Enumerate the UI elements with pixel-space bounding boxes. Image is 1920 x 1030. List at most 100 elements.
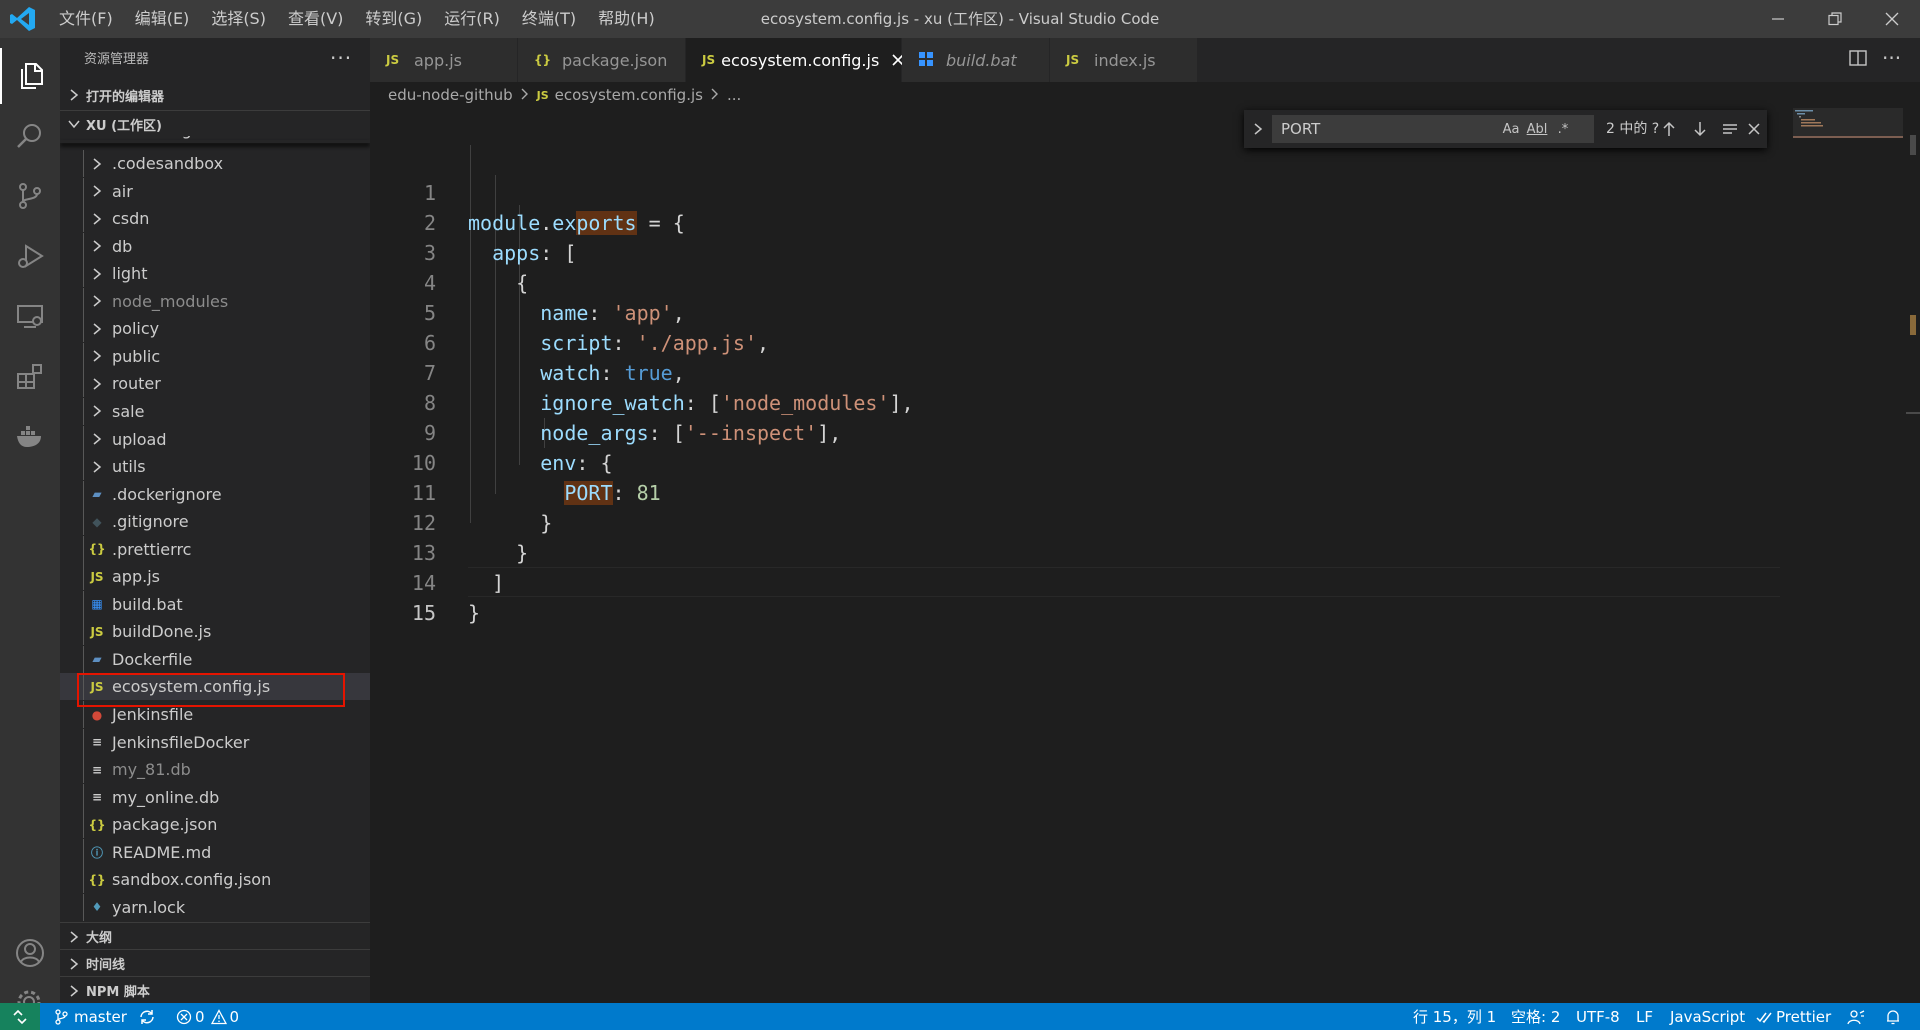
- tree-file-item[interactable]: ≡ my_81.db: [60, 756, 370, 784]
- close-find-button[interactable]: [1741, 116, 1767, 142]
- tree-file-item[interactable]: {} .prettierrc: [60, 535, 370, 563]
- eol-status[interactable]: LF: [1636, 1003, 1653, 1030]
- tree-file-item[interactable]: {} package.json: [60, 811, 370, 839]
- accounts-button[interactable]: [0, 925, 60, 981]
- match-whole-word-button[interactable]: Abl: [1525, 116, 1549, 142]
- indentation-status[interactable]: 空格: 2: [1511, 1003, 1560, 1030]
- tree-folder-item[interactable]: csdn: [60, 205, 370, 233]
- tab-app-js[interactable]: JS app.js: [370, 38, 518, 82]
- open-editors-section[interactable]: 打开的编辑器: [60, 82, 370, 108]
- bell-icon: [1887, 1009, 1899, 1024]
- menu-run[interactable]: 运行(R): [433, 0, 511, 38]
- tab-ecosystem-config-js[interactable]: JS ecosystem.config.js: [686, 38, 904, 82]
- extensions-button[interactable]: [0, 348, 60, 404]
- feedback-button[interactable]: [1847, 1003, 1865, 1030]
- tab-index-js[interactable]: JS index.js: [1050, 38, 1198, 82]
- sidebar-more-button[interactable]: ···: [330, 38, 352, 78]
- previous-match-button[interactable]: [1656, 116, 1682, 142]
- language-mode-status[interactable]: JavaScript: [1670, 1003, 1745, 1030]
- editor-tab-bar: JS app.js {} package.json JS ecosystem.c…: [370, 38, 1920, 82]
- source-control-button[interactable]: [0, 168, 60, 224]
- tree-folder-item[interactable]: policy: [60, 315, 370, 343]
- tree-folder-item[interactable]: db: [60, 232, 370, 260]
- tree-file-item[interactable]: ◆ .gitignore: [60, 508, 370, 536]
- editor-more-button[interactable]: ···: [1882, 40, 1912, 80]
- remote-explorer-button[interactable]: [0, 288, 60, 344]
- npm-scripts-section[interactable]: NPM 脚本: [60, 976, 370, 1003]
- toggle-replace-button[interactable]: [1248, 116, 1268, 142]
- tree-file-item[interactable]: ♦ yarn.lock: [60, 893, 370, 921]
- title-bar: 文件(F) 编辑(E) 选择(S) 查看(V) 转到(G) 运行(R) 终端(T…: [0, 0, 1920, 38]
- info-icon: ⓘ: [90, 845, 103, 860]
- tree-file-item[interactable]: ▰ .dockerignore: [60, 480, 370, 508]
- minimize-button[interactable]: [1749, 0, 1806, 38]
- json-icon: {}: [88, 542, 106, 557]
- tree-folder-item[interactable]: public: [60, 342, 370, 370]
- close-window-button[interactable]: [1863, 0, 1920, 38]
- menu-view[interactable]: 查看(V): [277, 0, 354, 38]
- split-editor-button[interactable]: [1848, 48, 1872, 72]
- use-regex-button[interactable]: .*: [1551, 116, 1575, 142]
- code-editor[interactable]: 1 module.exports = { 2 apps: [ 3 { 4 nam…: [370, 108, 1920, 1003]
- tree-folder-item[interactable]: light: [60, 260, 370, 288]
- tab-package-json[interactable]: {} package.json: [518, 38, 686, 82]
- breadcrumb-more[interactable]: ...: [727, 86, 741, 104]
- tree-folder-item[interactable]: upload: [60, 425, 370, 453]
- tree-folder-item[interactable]: node_modules: [60, 287, 370, 315]
- breadcrumb-file[interactable]: ecosystem.config.js: [555, 86, 703, 104]
- tree-folder-item[interactable]: router: [60, 370, 370, 398]
- tree-file-item[interactable]: ▦ build.bat: [60, 590, 370, 618]
- indent-guide: [83, 783, 84, 811]
- cursor-position-status[interactable]: 行 15，列 1: [1413, 1003, 1496, 1030]
- tree-folder-item[interactable]: sale: [60, 397, 370, 425]
- menu-file[interactable]: 文件(F): [48, 0, 124, 38]
- remote-indicator-button[interactable]: [0, 1003, 40, 1030]
- indent-guide: [83, 260, 84, 288]
- tree-file-item[interactable]: ▰ Dockerfile: [60, 645, 370, 673]
- encoding-status[interactable]: UTF-8: [1576, 1003, 1620, 1030]
- menu-help[interactable]: 帮助(H): [587, 0, 666, 38]
- tree-file-item[interactable]: JS app.js: [60, 563, 370, 591]
- tab-build-bat[interactable]: build.bat: [902, 38, 1050, 82]
- tree-file-item[interactable]: JS buildDone.js: [60, 618, 370, 646]
- match-case-button[interactable]: Aa: [1499, 116, 1523, 142]
- sync-button[interactable]: [138, 1003, 156, 1030]
- tree-file-item[interactable]: {} sandbox.config.json: [60, 866, 370, 894]
- notifications-button[interactable]: [1885, 1003, 1901, 1030]
- workspace-section[interactable]: XU (工作区): [60, 110, 370, 137]
- find-input[interactable]: PORT Aa Abl .*: [1272, 115, 1594, 143]
- code-line: 11 }: [370, 448, 1780, 535]
- tree-folder-item[interactable]: .codesandbox: [60, 150, 370, 177]
- timeline-section[interactable]: 时间线: [60, 949, 370, 977]
- status-bar: master 0 0 行 15，列 1 空格: 2 UTF-8 LF JavaS…: [0, 1003, 1920, 1030]
- prettier-status[interactable]: Prettier: [1756, 1003, 1831, 1030]
- restore-icon: [1827, 12, 1842, 26]
- tree-file-item[interactable]: ≡ JenkinsfileDocker: [60, 728, 370, 756]
- restore-button[interactable]: [1806, 0, 1863, 38]
- outline-label: 大纲: [86, 931, 113, 946]
- breadcrumb-folder[interactable]: edu-node-github: [388, 86, 513, 104]
- indent-guide: [83, 425, 84, 453]
- editor-scrollbar[interactable]: [1906, 108, 1920, 1003]
- outline-section[interactable]: 大纲: [60, 922, 370, 950]
- remote-icon: [13, 1009, 27, 1024]
- tree-file-item[interactable]: ≡ my_online.db: [60, 783, 370, 811]
- menu-edit[interactable]: 编辑(E): [124, 0, 201, 38]
- run-debug-button[interactable]: [0, 228, 60, 284]
- tree-folder-item[interactable]: utils: [60, 453, 370, 481]
- next-match-button[interactable]: [1687, 116, 1713, 142]
- branch-status[interactable]: master: [54, 1003, 127, 1030]
- menu-terminal[interactable]: 终端(T): [511, 0, 587, 38]
- tab-label: app.js: [414, 50, 462, 70]
- close-icon: [1885, 12, 1898, 26]
- tree-folder-item[interactable]: air: [60, 177, 370, 205]
- docker-button[interactable]: [0, 408, 60, 464]
- problems-status[interactable]: 0 0: [176, 1003, 239, 1030]
- find-in-selection-button[interactable]: [1717, 116, 1743, 142]
- menu-selection[interactable]: 选择(S): [200, 0, 277, 38]
- tree-file-item[interactable]: ⓘ README.md: [60, 838, 370, 866]
- search-button[interactable]: [0, 108, 60, 164]
- explorer-button[interactable]: [0, 48, 60, 104]
- menu-go[interactable]: 转到(G): [354, 0, 433, 38]
- minimap[interactable]: [1793, 108, 1903, 148]
